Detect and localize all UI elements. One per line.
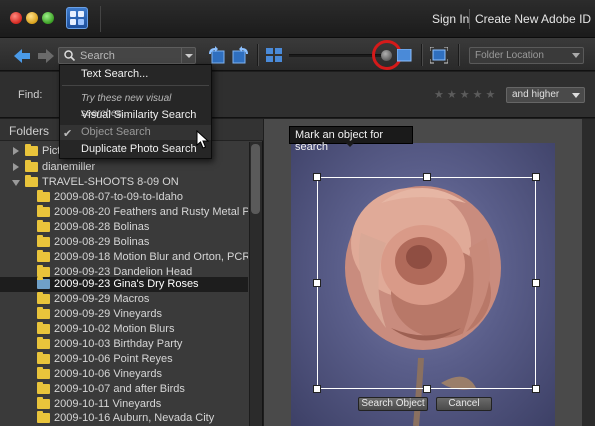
find-label: Find: bbox=[18, 89, 43, 101]
folder-item[interactable]: 2009-08-29 Bolinas bbox=[0, 235, 248, 250]
back-arrow-icon[interactable] bbox=[14, 49, 31, 63]
mouse-cursor-icon bbox=[196, 130, 210, 149]
folder-item[interactable]: 2009-10-07 and after Birds bbox=[0, 382, 248, 397]
visual-similarity-search-menu-item[interactable]: Visual Similarity Search bbox=[60, 108, 211, 123]
toolbar-divider bbox=[458, 44, 459, 66]
chevron-down-icon bbox=[572, 93, 580, 98]
resize-handle[interactable] bbox=[313, 173, 321, 181]
duplicate-photo-search-menu-item[interactable]: Duplicate Photo Search bbox=[60, 142, 211, 157]
folder-icon bbox=[37, 411, 50, 423]
folder-icon bbox=[37, 397, 50, 409]
folder-item[interactable]: 2009-08-07-to-09-to-Idaho bbox=[0, 190, 248, 205]
search-dropdown-button[interactable] bbox=[181, 48, 195, 63]
title-divider bbox=[100, 6, 101, 32]
search-icon bbox=[64, 50, 75, 61]
create-adobe-id-link[interactable]: Create New Adobe ID bbox=[475, 12, 591, 26]
folder-icon bbox=[37, 220, 50, 232]
title-link-divider bbox=[469, 9, 470, 29]
fullscreen-icon[interactable] bbox=[430, 47, 448, 65]
organizer-app-icon bbox=[66, 7, 88, 29]
object-search-menu-item[interactable]: Object Search bbox=[60, 125, 211, 140]
folder-icon bbox=[37, 205, 50, 217]
folder-item[interactable]: dianemiller bbox=[0, 160, 248, 175]
toolbar-divider bbox=[421, 44, 422, 66]
chevron-down-icon bbox=[185, 54, 193, 58]
minimize-window-button[interactable] bbox=[26, 12, 38, 24]
sign-in-link[interactable]: Sign In bbox=[432, 12, 469, 26]
folder-item[interactable]: 2009-10-03 Birthday Party bbox=[0, 337, 248, 352]
resize-handle[interactable] bbox=[313, 385, 321, 393]
rating-filter-label: and higher bbox=[512, 89, 560, 100]
cancel-button[interactable]: Cancel bbox=[436, 397, 492, 411]
chevron-down-icon bbox=[572, 53, 580, 58]
preview-scrollbar[interactable] bbox=[582, 119, 595, 426]
folder-location-label: Folder Location bbox=[475, 50, 544, 61]
folder-icon bbox=[37, 250, 50, 262]
folders-scroll-thumb[interactable] bbox=[251, 144, 260, 214]
menu-divider bbox=[62, 85, 209, 86]
folder-item[interactable]: 2009-10-06 Vineyards bbox=[0, 367, 248, 382]
folder-icon bbox=[37, 292, 50, 304]
star-rating-filter[interactable]: ★★★★★ bbox=[434, 88, 498, 101]
object-search-tooltip: Mark an object for search bbox=[289, 126, 413, 153]
folder-icon bbox=[25, 175, 38, 187]
folder-icon bbox=[37, 265, 50, 277]
folder-item[interactable]: 2009-09-29 Macros bbox=[0, 292, 248, 307]
folders-title: Folders bbox=[9, 124, 50, 138]
resize-handle[interactable] bbox=[532, 385, 540, 393]
folder-icon bbox=[37, 277, 50, 289]
folder-item[interactable]: 2009-10-16 Auburn, Nevada City bbox=[0, 411, 248, 426]
single-view-icon[interactable] bbox=[397, 49, 415, 67]
search-field[interactable]: Search bbox=[58, 47, 196, 64]
folder-item[interactable]: TRAVEL-SHOOTS 8-09 ON bbox=[0, 175, 248, 190]
forward-arrow-icon[interactable] bbox=[38, 49, 55, 63]
folder-icon bbox=[37, 190, 50, 202]
rating-filter-select[interactable]: and higher bbox=[506, 87, 585, 103]
folder-icon bbox=[37, 367, 50, 379]
selection-box[interactable] bbox=[317, 177, 536, 389]
folder-icon bbox=[37, 382, 50, 394]
tooltip-caret bbox=[346, 143, 354, 147]
thumbnail-grid-icon[interactable] bbox=[266, 48, 284, 66]
checkmark-icon: ✔ bbox=[63, 128, 73, 140]
close-window-button[interactable] bbox=[10, 12, 22, 24]
folder-item[interactable]: 2009-08-20 Feathers and Rusty Metal Pi..… bbox=[0, 205, 248, 220]
toolbar-divider bbox=[257, 44, 258, 66]
folder-item[interactable]: 2009-08-28 Bolinas bbox=[0, 220, 248, 235]
folder-icon bbox=[25, 144, 38, 156]
folder-item-selected[interactable]: 2009-09-23 Gina's Dry Roses bbox=[0, 277, 248, 292]
visual-search-hint: Try these new visual searches... bbox=[81, 93, 172, 119]
resize-handle[interactable] bbox=[532, 173, 540, 181]
zoom-window-button[interactable] bbox=[42, 12, 54, 24]
folder-icon bbox=[37, 235, 50, 247]
folder-icon bbox=[37, 337, 50, 349]
folder-icon bbox=[25, 160, 38, 172]
text-search-menu-item[interactable]: Text Search... bbox=[60, 67, 211, 82]
search-placeholder: Search bbox=[80, 50, 115, 62]
folder-icon bbox=[37, 322, 50, 334]
resize-handle[interactable] bbox=[313, 279, 321, 287]
folder-icon bbox=[37, 307, 50, 319]
folder-item[interactable]: 2009-09-18 Motion Blur and Orton, PCR bbox=[0, 250, 248, 265]
resize-handle[interactable] bbox=[423, 385, 431, 393]
folder-item[interactable]: 2009-10-11 Vineyards bbox=[0, 397, 248, 412]
folder-location-select[interactable]: Folder Location bbox=[469, 47, 584, 64]
folder-item[interactable]: 2009-10-06 Point Reyes bbox=[0, 352, 248, 367]
resize-handle[interactable] bbox=[423, 173, 431, 181]
folder-icon bbox=[37, 352, 50, 364]
resize-handle[interactable] bbox=[532, 279, 540, 287]
folder-item[interactable]: 2009-10-02 Motion Blurs bbox=[0, 322, 248, 337]
folder-item[interactable]: 2009-09-29 Vineyards bbox=[0, 307, 248, 322]
search-object-button[interactable]: Search Object bbox=[358, 397, 428, 411]
rotate-left-icon[interactable] bbox=[207, 46, 225, 64]
rotate-right-icon[interactable] bbox=[232, 46, 250, 64]
